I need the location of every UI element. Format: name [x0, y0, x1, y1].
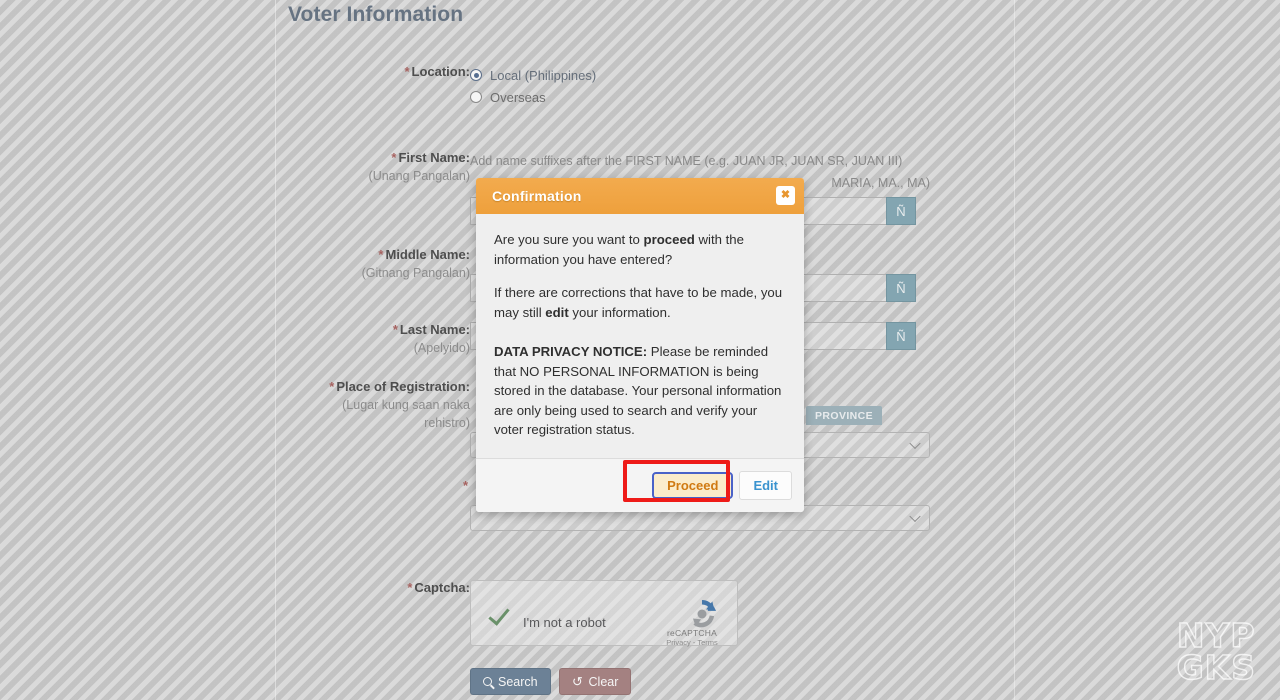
- city-required-asterisk: *: [462, 478, 468, 493]
- modal-footer: Proceed Edit: [476, 457, 804, 512]
- edit-button[interactable]: Edit: [739, 470, 792, 500]
- modal-body: Are you sure you want to proceed with th…: [476, 214, 804, 458]
- search-button-label: Search: [498, 674, 538, 689]
- place-sublabel-line2: rehistro): [424, 416, 470, 430]
- last-name-sublabel: (Apelyido): [413, 341, 470, 355]
- clear-button-label: Clear: [588, 674, 619, 689]
- confirmation-modal: Confirmation ✖ Are you sure you want to …: [476, 178, 804, 512]
- checkmark-icon: [488, 603, 510, 626]
- recaptcha-links[interactable]: Privacy - Terms: [655, 638, 729, 647]
- enye-button-first-name[interactable]: Ñ: [886, 197, 916, 225]
- search-button[interactable]: Search: [470, 668, 551, 695]
- last-name-label-column: * Last Name: (Apelyido): [290, 322, 470, 356]
- form-actions: Search ↻ Clear: [470, 668, 632, 695]
- undo-icon: ↻: [571, 674, 583, 689]
- watermark-line-2: GKS: [1176, 648, 1256, 687]
- city-label-column: *: [290, 478, 470, 494]
- name-suffix-hint: Add name suffixes after the FIRST NAME (…: [470, 154, 903, 168]
- place-label-column: * Place of Registration: (Lugar kung saan…: [290, 379, 470, 431]
- location-options: Local (Philippines) Overseas: [470, 64, 596, 108]
- modal-privacy-notice: DATA PRIVACY NOTICE: Please be reminded …: [494, 344, 782, 437]
- modal-title: Confirmation: [492, 188, 582, 204]
- proceed-button[interactable]: Proceed: [652, 471, 734, 499]
- clear-button[interactable]: ↻ Clear: [558, 668, 632, 695]
- enye-button-last-name[interactable]: Ñ: [886, 322, 916, 350]
- radio-overseas[interactable]: Overseas: [470, 86, 596, 108]
- enye-button-middle-name[interactable]: Ñ: [886, 274, 916, 302]
- location-label: * Location:: [404, 64, 470, 79]
- magnifier-icon: [483, 677, 492, 686]
- required-asterisk: *: [404, 64, 410, 79]
- recaptcha-widget[interactable]: I'm not a robot reCAPTCHA Privacy - Term…: [470, 580, 738, 647]
- first-name-label-column: * First Name: (Unang Pangalan): [290, 150, 470, 184]
- watermark: NYP GKS: [1176, 618, 1256, 687]
- first-name-label: * First Name:: [391, 150, 470, 165]
- place-sublabel-line1: (Lugar kung saan naka: [342, 398, 470, 412]
- close-icon[interactable]: ✖: [776, 186, 795, 205]
- tab-province[interactable]: PROVINCE: [806, 406, 883, 425]
- middle-name-label: * Middle Name:: [378, 247, 470, 262]
- recaptcha-logo-icon: [693, 600, 717, 628]
- recaptcha-brand: reCAPTCHA: [667, 628, 717, 638]
- modal-header: Confirmation ✖: [476, 178, 804, 214]
- radio-overseas-input[interactable]: [470, 91, 482, 103]
- first-name-sublabel: (Unang Pangalan): [368, 169, 470, 183]
- middle-name-label-column: * Middle Name: (Gitnang Pangalan): [290, 247, 470, 281]
- chevron-down-icon: [909, 510, 921, 523]
- radio-local[interactable]: Local (Philippines): [470, 64, 596, 86]
- modal-paragraph-2: If there are corrections that have to be…: [494, 285, 783, 320]
- captcha-label-column: * Captcha:: [290, 580, 470, 596]
- modal-paragraph-1: Are you sure you want to proceed with th…: [494, 232, 744, 267]
- radio-local-input[interactable]: [470, 69, 482, 81]
- middle-name-sublabel: (Gitnang Pangalan): [361, 266, 470, 280]
- last-name-label: * Last Name:: [392, 322, 470, 337]
- captcha-widget-wrap: I'm not a robot reCAPTCHA Privacy - Term…: [470, 580, 738, 647]
- recaptcha-checkbox-label: I'm not a robot: [523, 615, 606, 630]
- place-of-registration-label: * Place of Registration:: [329, 379, 470, 394]
- radio-overseas-label: Overseas: [490, 89, 546, 105]
- location-label-column: * Location:: [290, 64, 470, 80]
- radio-local-label: Local (Philippines): [490, 67, 597, 83]
- page-title: Voter Information: [288, 3, 464, 26]
- chevron-down-icon: [909, 437, 921, 450]
- captcha-label: * Captcha:: [407, 580, 470, 595]
